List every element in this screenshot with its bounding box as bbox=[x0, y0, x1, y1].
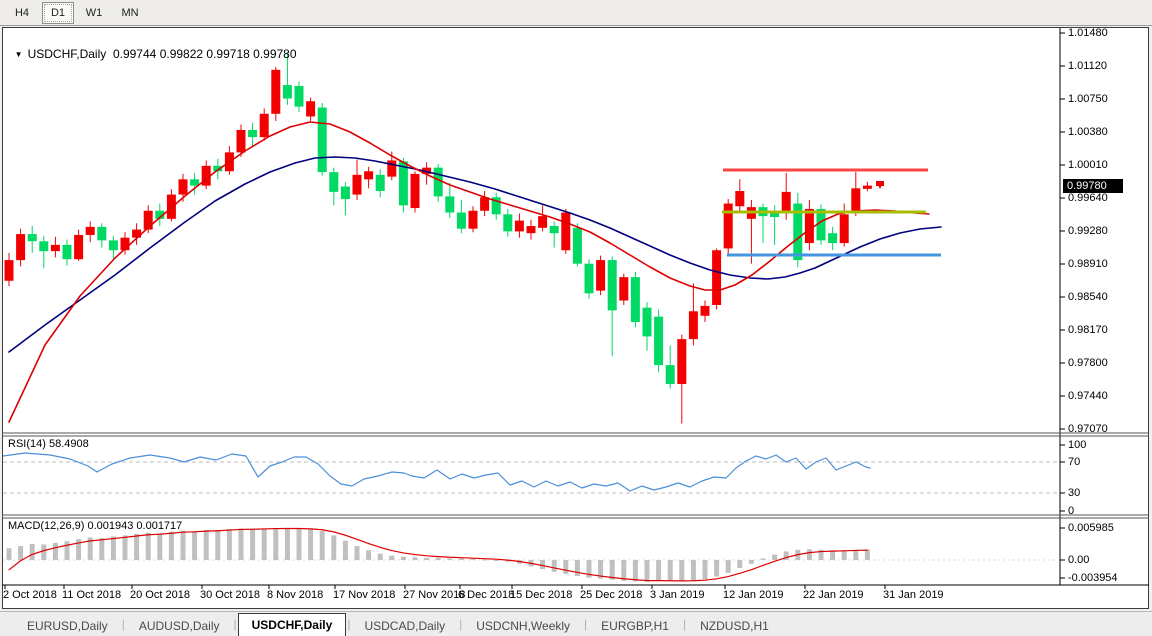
chart-canvas bbox=[0, 0, 1152, 636]
price-tick-label: 0.98540 bbox=[1068, 291, 1108, 303]
time-axis-label: 30 Oct 2018 bbox=[200, 589, 260, 601]
time-axis-label: 20 Oct 2018 bbox=[130, 589, 190, 601]
time-axis-label: 17 Nov 2018 bbox=[333, 589, 395, 601]
time-axis-label: 15 Dec 2018 bbox=[510, 589, 572, 601]
tab-separator: | bbox=[122, 617, 125, 631]
candles bbox=[5, 52, 872, 424]
price-tick-label: 0.97800 bbox=[1068, 357, 1108, 369]
tab-separator: | bbox=[234, 617, 237, 631]
price-tick-label: 1.00380 bbox=[1068, 126, 1108, 138]
price-tick-label: 1.01480 bbox=[1068, 27, 1108, 39]
ohlc-open: 0.99744 bbox=[113, 47, 156, 61]
rsi-tick-label: 0 bbox=[1068, 505, 1074, 517]
rsi-tick-label: 30 bbox=[1068, 487, 1080, 499]
tab-eurusd-daily[interactable]: EURUSD,Daily bbox=[14, 615, 121, 636]
time-axis-label: 22 Jan 2019 bbox=[803, 589, 864, 601]
current-price-badge: 0.99780 bbox=[1063, 179, 1123, 193]
tab-separator: | bbox=[459, 617, 462, 631]
tab-separator: | bbox=[347, 617, 350, 631]
ohlc-close: 0.99780 bbox=[253, 47, 296, 61]
rsi-tick-label: 70 bbox=[1068, 456, 1080, 468]
time-axis-label: 2 Oct 2018 bbox=[3, 589, 57, 601]
macd-tick-label: 0.005985 bbox=[1068, 522, 1114, 534]
macd-tick-label: -0.003954 bbox=[1068, 572, 1118, 584]
price-marker-arrow bbox=[876, 181, 884, 189]
tab-usdcnh-weekly[interactable]: USDCNH,Weekly bbox=[463, 615, 583, 636]
ohlc-high: 0.99822 bbox=[160, 47, 203, 61]
chart-symbol-header: ▼ USDCHF,Daily 0.99744 0.99822 0.99718 0.… bbox=[8, 33, 297, 61]
time-axis-label: 27 Nov 2018 bbox=[403, 589, 465, 601]
time-axis-label: 11 Oct 2018 bbox=[62, 589, 121, 601]
price-tick-label: 0.97440 bbox=[1068, 390, 1108, 402]
price-tick-label: 1.00010 bbox=[1068, 159, 1108, 171]
tab-usdchf-daily[interactable]: USDCHF,Daily bbox=[238, 613, 347, 636]
price-tick-label: 1.01120 bbox=[1068, 60, 1107, 72]
tab-audusd-daily[interactable]: AUDUSD,Daily bbox=[126, 615, 233, 636]
time-axis-label: 12 Jan 2019 bbox=[723, 589, 784, 601]
rsi-line bbox=[3, 453, 870, 491]
rsi-tick-label: 100 bbox=[1068, 439, 1086, 451]
price-tick-label: 0.99280 bbox=[1068, 225, 1108, 237]
tab-separator: | bbox=[584, 617, 587, 631]
tab-separator: | bbox=[683, 617, 686, 631]
price-tick-label: 0.97070 bbox=[1068, 423, 1108, 435]
time-axis-label: 31 Jan 2019 bbox=[883, 589, 944, 601]
symbol-dropdown-icon[interactable]: ▼ bbox=[15, 50, 23, 59]
macd-indicator-label: MACD(12,26,9) 0.001943 0.001717 bbox=[8, 520, 182, 532]
price-tick-label: 0.99640 bbox=[1068, 192, 1108, 204]
tab-usdcad-daily[interactable]: USDCAD,Daily bbox=[351, 615, 458, 636]
time-axis-label: 3 Jan 2019 bbox=[650, 589, 704, 601]
price-tick-label: 0.98910 bbox=[1068, 258, 1108, 270]
symbol-label: USDCHF,Daily bbox=[28, 47, 107, 61]
chart-tab-bar: EURUSD,Daily|AUDUSD,Daily|USDCHF,Daily|U… bbox=[0, 611, 1152, 636]
time-axis-label: 8 Nov 2018 bbox=[267, 589, 323, 601]
tab-eurgbp-h1[interactable]: EURGBP,H1 bbox=[588, 615, 682, 636]
time-axis-label: 25 Dec 2018 bbox=[580, 589, 642, 601]
macd-tick-label: 0.00 bbox=[1068, 554, 1089, 566]
ohlc-low: 0.99718 bbox=[206, 47, 249, 61]
price-tick-label: 1.00750 bbox=[1068, 93, 1108, 105]
rsi-indicator-label: RSI(14) 58.4908 bbox=[8, 438, 89, 450]
time-axis-label: 6 Dec 2018 bbox=[458, 589, 514, 601]
price-tick-label: 0.98170 bbox=[1068, 324, 1108, 336]
ma-fast-line bbox=[9, 122, 929, 422]
tab-nzdusd-h1[interactable]: NZDUSD,H1 bbox=[687, 615, 782, 636]
